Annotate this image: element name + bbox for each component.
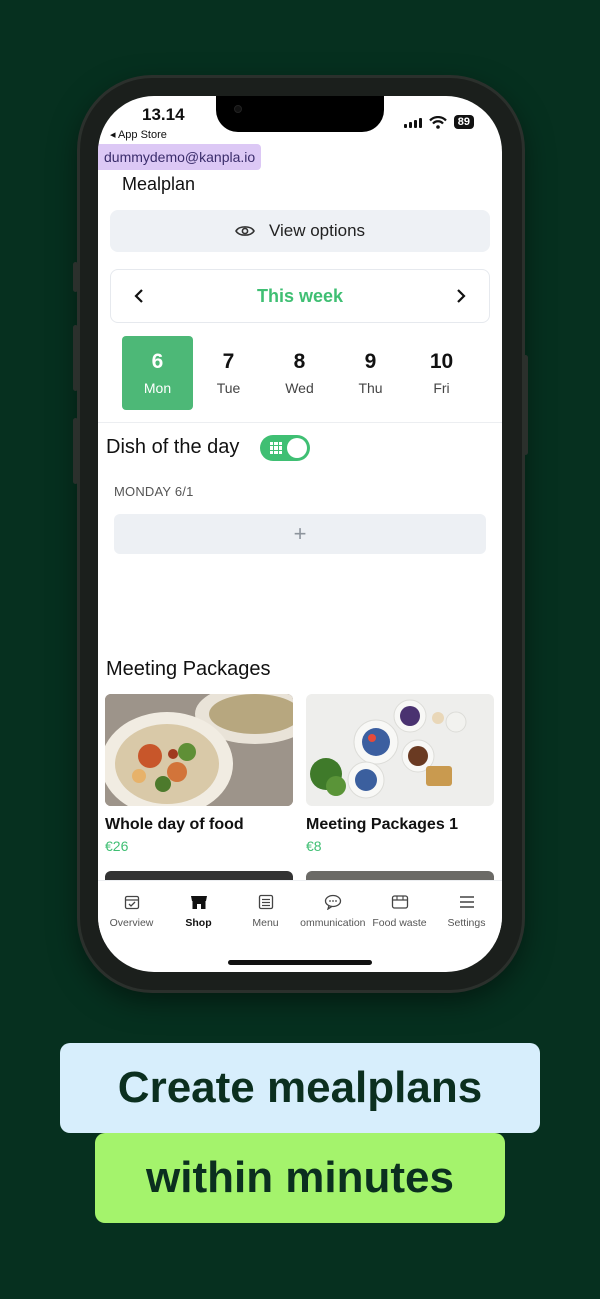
status-icons: 89 <box>403 115 474 129</box>
day-monday[interactable]: 6 Mon <box>122 336 193 410</box>
phone-volume-down-button <box>73 418 78 484</box>
phone-volume-up-button <box>73 325 78 391</box>
day-number: 7 <box>222 350 235 373</box>
phone-screen: 13.14 ◂ App Store 89 dummydemo@kanpla.io… <box>98 96 502 972</box>
store-icon <box>189 893 209 911</box>
product-name: Meeting Packages 1 <box>306 816 459 833</box>
bin-icon <box>390 893 410 911</box>
page-title: Mealplan <box>122 174 196 194</box>
chevron-right-icon[interactable] <box>455 288 467 304</box>
phone-side-button <box>73 262 78 292</box>
calendar-check-icon <box>122 893 142 911</box>
dish-of-the-day-heading: Dish of the day <box>106 436 240 458</box>
day-tuesday[interactable]: 7 Tue <box>193 336 264 410</box>
section-divider <box>98 422 502 423</box>
tab-food-waste[interactable]: Food waste <box>366 881 433 942</box>
back-to-app-store-link[interactable]: ◂ App Store <box>110 128 167 141</box>
day-name: Wed <box>285 380 314 396</box>
headline-banner: Create mealplans <box>60 1043 540 1133</box>
list-icon <box>256 893 276 911</box>
battery-indicator: 89 <box>453 115 474 129</box>
meeting-packages-heading: Meeting Packages <box>106 658 271 680</box>
view-options-label: View options <box>268 221 366 240</box>
product-price: €8 <box>306 838 322 854</box>
dish-of-the-day-toggle[interactable] <box>260 435 310 461</box>
tab-label: Overview <box>109 917 154 929</box>
tab-label: Shop <box>185 917 212 929</box>
tab-communication[interactable]: Communication <box>299 881 366 942</box>
day-name: Tue <box>216 380 241 396</box>
chat-bubble-icon <box>323 893 343 911</box>
grid-icon <box>270 442 282 454</box>
week-label: This week <box>256 285 344 306</box>
view-options-button[interactable]: View options <box>110 210 490 252</box>
day-name: Thu <box>358 380 383 396</box>
toggle-knob <box>287 438 307 458</box>
day-number: 6 <box>151 350 164 373</box>
status-time: 13.14 <box>142 105 185 124</box>
day-friday[interactable]: 10 Fri <box>406 336 477 410</box>
day-number: 10 <box>429 350 454 373</box>
food-bowl-image <box>105 694 293 806</box>
product-name: Whole day of food <box>105 816 244 833</box>
tab-shop[interactable]: Shop <box>165 881 232 942</box>
tab-settings[interactable]: Settings <box>433 881 500 942</box>
tab-label: Food waste <box>372 917 427 929</box>
day-number: 9 <box>364 350 377 373</box>
tab-overview[interactable]: Overview <box>98 881 165 942</box>
day-name: Mon <box>143 380 172 396</box>
day-name: Fri <box>433 380 450 396</box>
breakfast-spread-image <box>306 694 494 806</box>
day-selector: 6 Mon 7 Tue 8 Wed 9 Thu 10 Fri <box>122 336 482 410</box>
home-indicator[interactable] <box>228 960 372 965</box>
day-wednesday[interactable]: 8 Wed <box>264 336 335 410</box>
wifi-icon <box>428 115 447 129</box>
tab-menu[interactable]: Menu <box>232 881 299 942</box>
product-price: €26 <box>105 838 129 854</box>
tab-label: Menu <box>252 917 279 929</box>
subheadline-banner: within minutes <box>95 1133 505 1223</box>
tab-label: Settings <box>447 917 486 929</box>
tab-label: Communication <box>299 917 366 929</box>
menu-lines-icon <box>457 893 477 911</box>
camera-icon <box>234 105 242 113</box>
account-email-badge: dummydemo@kanpla.io <box>98 144 262 170</box>
week-navigator: This week <box>110 269 490 323</box>
add-dish-button[interactable]: + <box>114 514 486 554</box>
eye-icon <box>235 226 255 236</box>
selected-day-label: MONDAY 6/1 <box>114 484 194 499</box>
chevron-left-icon[interactable] <box>133 288 145 304</box>
product-card[interactable]: Whole day of food €26 <box>105 694 293 854</box>
day-number: 8 <box>293 350 306 373</box>
day-thursday[interactable]: 9 Thu <box>335 336 406 410</box>
bottom-tab-bar: Overview Shop Menu Communication Food wa… <box>98 880 502 942</box>
phone-power-button <box>523 355 528 455</box>
cellular-signal-icon <box>403 117 422 128</box>
notch <box>216 96 384 132</box>
product-card[interactable]: Meeting Packages 1 €8 <box>306 694 494 854</box>
